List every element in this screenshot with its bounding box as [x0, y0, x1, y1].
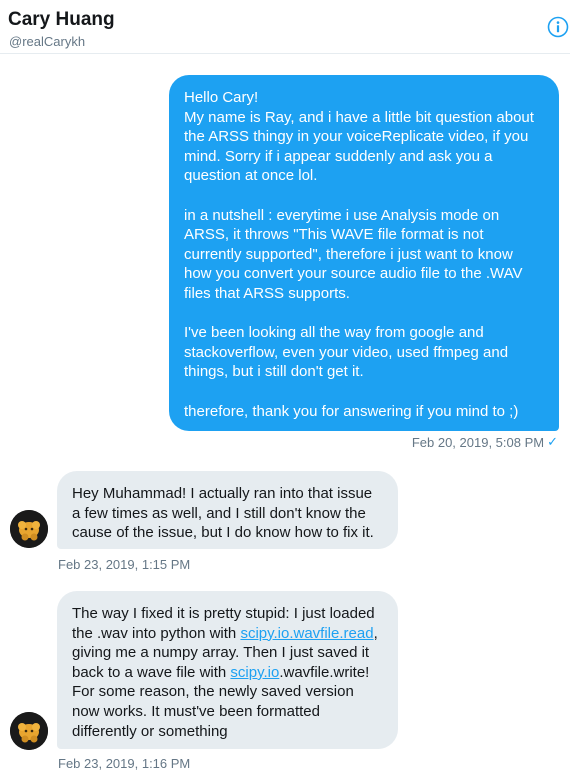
message-paragraph: in a nutshell : everytime i use Analysis… — [184, 206, 523, 302]
link-scipy-wavfile-read[interactable]: scipy.io.wavfile.read — [240, 625, 373, 642]
conversation-header: Cary Huang @realCarykh — [0, 0, 570, 54]
message-paragraph: I've been looking all the way from googl… — [184, 324, 509, 381]
message-timestamp: Feb 23, 2019, 1:16 PM — [58, 756, 191, 771]
info-icon[interactable] — [547, 16, 569, 38]
check-icon: ✓ — [547, 434, 558, 449]
avatar-image — [10, 712, 48, 750]
message-paragraph: Hello Cary! My name is Ray, and i have a… — [184, 89, 534, 185]
message-timestamp: Feb 23, 2019, 1:15 PM — [58, 557, 191, 572]
message-meta-outgoing: Feb 20, 2019, 5:08 PM ✓ — [412, 434, 558, 450]
link-scipy-io[interactable]: scipy.io — [230, 664, 279, 681]
message-paragraph: therefore, thank you for answering if yo… — [184, 402, 519, 420]
avatar-image — [10, 510, 48, 548]
contact-name[interactable]: Cary Huang — [8, 9, 115, 31]
message-bubble-outgoing[interactable]: Hello Cary! My name is Ray, and i have a… — [169, 75, 559, 431]
message-bubble-incoming[interactable]: Hey Muhammad! I actually ran into that i… — [57, 471, 398, 549]
message-timestamp: Feb 20, 2019, 5:08 PM — [411, 434, 545, 450]
avatar[interactable] — [10, 712, 48, 750]
message-bubble-incoming[interactable]: The way I fixed it is pretty stupid: I j… — [57, 591, 398, 749]
contact-handle: @realCarykh — [9, 34, 86, 49]
avatar[interactable] — [10, 510, 48, 548]
